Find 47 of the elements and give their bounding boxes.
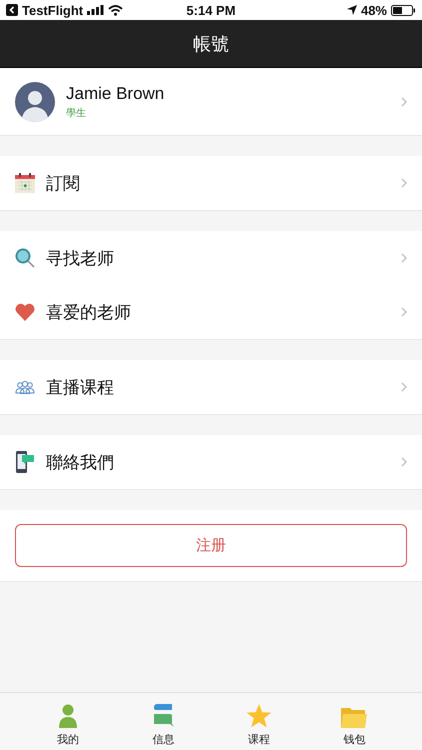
location-icon <box>346 5 357 15</box>
avatar <box>15 82 55 122</box>
register-button[interactable]: 注册 <box>15 524 407 567</box>
menu-label: 直播课程 <box>46 376 115 398</box>
back-app-label[interactable]: TestFlight <box>22 2 84 18</box>
tab-label: 信息 <box>152 732 174 747</box>
menu-item[interactable]: 喜爱的老师 <box>0 285 422 339</box>
calendar-icon <box>15 173 35 193</box>
menu-item[interactable]: 直播课程 <box>0 360 422 414</box>
menu-label: 聯絡我們 <box>46 452 115 474</box>
tab-item[interactable]: 我的 <box>20 693 116 750</box>
phone-chat-icon <box>15 451 35 473</box>
battery-percent: 48% <box>360 2 387 18</box>
clock: 5:14 PM <box>186 2 236 18</box>
user-name: Jamie Brown <box>66 84 166 104</box>
tab-label: 钱包 <box>343 732 366 747</box>
menu-item[interactable]: 聯絡我們 <box>0 435 422 489</box>
tab-label: 课程 <box>248 732 270 747</box>
menu-item[interactable]: 訂閱 <box>0 156 422 210</box>
user-role: 學生 <box>66 106 87 120</box>
tab-item[interactable]: 课程 <box>211 693 306 750</box>
chat-icon <box>152 704 174 728</box>
chevron-icon <box>401 253 407 263</box>
menu-label: 寻找老师 <box>46 248 115 270</box>
magnifier-icon <box>15 248 35 268</box>
wifi-icon <box>108 4 124 16</box>
chevron-icon <box>401 457 407 467</box>
battery-icon <box>391 4 416 16</box>
heart-icon <box>15 303 35 321</box>
folder-icon <box>341 706 368 728</box>
people-icon <box>15 380 35 394</box>
tab-label: 我的 <box>56 732 79 747</box>
profile-row[interactable]: Jamie Brown 學生 <box>0 68 422 136</box>
menu-item[interactable]: 寻找老师 <box>0 231 422 285</box>
star-icon <box>246 704 272 728</box>
page-title: 帳號 <box>193 32 229 56</box>
menu-label: 喜爱的老师 <box>46 302 132 324</box>
person-icon <box>58 704 77 728</box>
chevron-icon <box>401 96 407 106</box>
tab-item[interactable]: 钱包 <box>306 693 402 750</box>
back-icon[interactable] <box>6 4 18 16</box>
chevron-icon <box>401 382 407 392</box>
signal-icon <box>87 5 104 15</box>
tab-item[interactable]: 信息 <box>116 693 211 750</box>
menu-label: 訂閱 <box>46 172 81 194</box>
chevron-icon <box>401 307 407 317</box>
chevron-icon <box>401 178 407 188</box>
